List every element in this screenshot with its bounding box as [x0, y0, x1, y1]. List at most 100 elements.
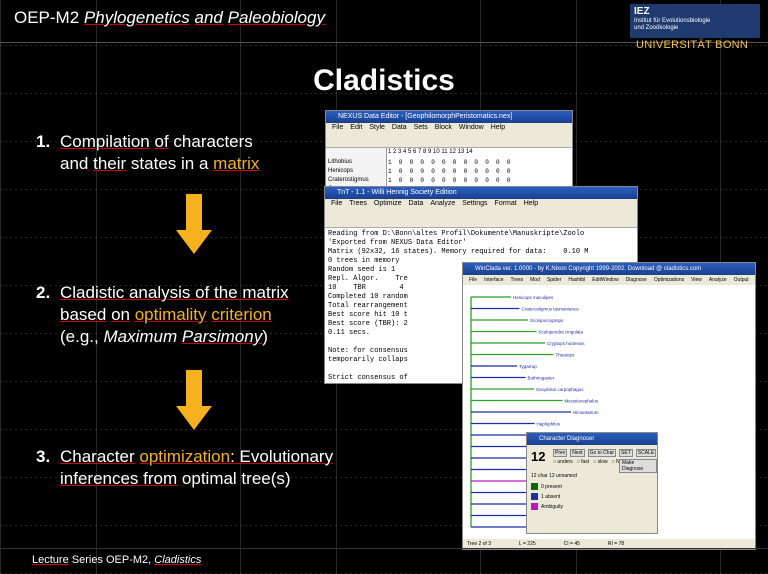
item-text: Cladistic analysis of the matrix based o… [60, 282, 289, 348]
menu-item[interactable]: Spider [547, 277, 561, 283]
diagnoser-button[interactable]: SCALE [635, 449, 657, 457]
legend-swatch [531, 493, 538, 500]
menu-item[interactable]: Hashtbl [568, 277, 585, 283]
slide-title: Cladistics [313, 64, 455, 97]
menu-item[interactable]: File [469, 277, 477, 283]
legend-label: Ambiguity [541, 503, 563, 510]
taxon-label[interactable]: Scolopocryptops [530, 318, 564, 323]
diagnoser-button[interactable]: Go to Char [587, 449, 617, 457]
diagnoser-button[interactable]: SET [619, 449, 633, 457]
logo-box: IEZ Institut für Evolutionsbiologie und … [630, 4, 760, 38]
menu-item[interactable]: Help [524, 200, 538, 207]
menu-item[interactable]: Format [495, 200, 517, 207]
menu-item[interactable]: Help [491, 124, 505, 131]
course-and: and [194, 8, 223, 27]
taxon-label[interactable]: Cryptops hortensis [547, 341, 585, 346]
menu-item[interactable]: Output [734, 277, 749, 283]
diagnoser-button[interactable]: Next [570, 449, 585, 457]
menu-item[interactable]: File [331, 200, 342, 207]
menu-item[interactable]: Analyze [430, 200, 455, 207]
taxon-label[interactable]: Tygarrup [519, 364, 537, 369]
highlight-word: criterion [211, 305, 272, 324]
taxon-label[interactable]: Henicops maculipes [513, 295, 554, 300]
menu-item[interactable]: Data [409, 200, 424, 207]
word: and [60, 154, 89, 173]
item-number: 2. [36, 283, 51, 302]
taxon-label[interactable]: Himantarium [573, 410, 599, 415]
diagnoser-options: ○ unders○ fast○ slow○ None [553, 459, 628, 465]
char-number: 12 [531, 449, 546, 464]
word: : Evolutionary [230, 447, 334, 466]
word: Maximum [103, 327, 178, 346]
course-topic-a: Phylogenetics [83, 8, 190, 27]
taxon-label[interactable]: Bothriogaster [528, 376, 555, 381]
list-item-1: 1. Compilation of characters and their s… [36, 131, 336, 181]
menu-item[interactable]: Optimizations [654, 277, 684, 283]
menu-item[interactable]: Settings [462, 200, 487, 207]
diagnoser-option[interactable]: ○ unders [553, 459, 573, 465]
taxon-label[interactable]: Haplophilus [537, 422, 561, 427]
taxon-label[interactable]: Theatops [556, 353, 576, 358]
diagnoser-option[interactable]: ○ slow [593, 459, 607, 465]
taxon-name[interactable]: Craterostigmus [328, 176, 384, 185]
legend-swatch [531, 483, 538, 490]
word: ) [262, 327, 268, 346]
menu-item[interactable]: Mod [530, 277, 540, 283]
make-diagnose-button[interactable]: Make Diagnose [619, 459, 657, 473]
diagnoser-option[interactable]: ○ fast [577, 459, 589, 465]
menu-item[interactable]: Trees [349, 200, 367, 207]
word: of [154, 132, 169, 151]
word: optimal tree(s) [181, 469, 291, 488]
word: characters [173, 132, 253, 151]
menu-item[interactable]: File [332, 124, 343, 131]
highlight-word: optimality [134, 305, 207, 324]
taxon-label[interactable]: Craterostigmus tasmanianus [522, 307, 580, 312]
footer-word: Series OEP-M2, [71, 554, 152, 566]
menu-item[interactable]: Block [435, 124, 452, 131]
menu-item[interactable]: Analyze [709, 277, 727, 283]
course-header: OEP-M2 Phylogenetics and Paleobiology [14, 8, 325, 28]
legend-entry: 0 present [531, 483, 563, 490]
menu-item[interactable]: Diagnose [626, 277, 647, 283]
taxon-label[interactable]: Mecistocephalus [565, 399, 599, 404]
legend-label: 0 present [541, 483, 562, 490]
word: on [111, 305, 130, 324]
legend-swatch [531, 503, 538, 510]
menu-item[interactable]: Trees [511, 277, 524, 283]
diagnoser-button[interactable]: Prev [553, 449, 568, 457]
character-diagnoser-window: Character Diagnoser 12 Prev Next Go to Cha… [526, 432, 658, 534]
menu-bar: File Interface Trees Mod Spider Hashtbl EditWi… [463, 275, 755, 285]
menu-item[interactable]: Interface [484, 277, 503, 283]
menu-item[interactable]: EditWindow [592, 277, 618, 283]
legend-entry: 1 absent [531, 493, 563, 500]
item-text: Compilation of characters and their stat… [60, 131, 259, 175]
legend: 0 present 1 absent Ambiguity [531, 483, 563, 513]
menu-item[interactable]: View [691, 277, 702, 283]
list-item-3: 3. Character optimization: Evolutionary … [36, 446, 396, 496]
item-text: Character optimization: Evolutionary inf… [60, 446, 333, 490]
menu-item[interactable]: Sets [414, 124, 428, 131]
taxon-label[interactable]: Geophilus carpophagus [536, 387, 584, 392]
university-logo: IEZ Institut für Evolutionsbiologie und … [630, 4, 760, 51]
menu-item[interactable]: Style [369, 124, 385, 131]
word: Cladistic analysis of the matrix [60, 283, 289, 302]
char-label: 12 char 12 unnamed [531, 473, 577, 479]
item-number: 1. [36, 132, 51, 151]
menu-item[interactable]: Window [459, 124, 484, 131]
menu-item[interactable]: Optimize [374, 200, 402, 207]
logo-institute-line2: und Zooökologie [634, 25, 679, 31]
word: inferences from [60, 469, 178, 488]
word: based [60, 305, 107, 324]
menu-item[interactable]: Data [392, 124, 407, 131]
taxon-label[interactable]: Scolopendra cingulata [539, 330, 584, 335]
menu-item[interactable]: Edit [350, 124, 362, 131]
window-title: WinClada ver. 1.0000 - by K.Nixon Copyri… [463, 263, 755, 275]
window-title: Character Diagnoser [527, 433, 657, 445]
footer-divider [0, 548, 768, 549]
taxon-name[interactable]: Henicops [328, 167, 384, 176]
highlight-word: matrix [213, 154, 260, 173]
word: their [93, 154, 127, 173]
logo-university: UNIVERSITÄT BONN [636, 39, 749, 51]
footer: Lecture Series OEP-M2, Cladistics [32, 554, 201, 566]
taxon-name[interactable]: Lithobius [328, 158, 384, 167]
